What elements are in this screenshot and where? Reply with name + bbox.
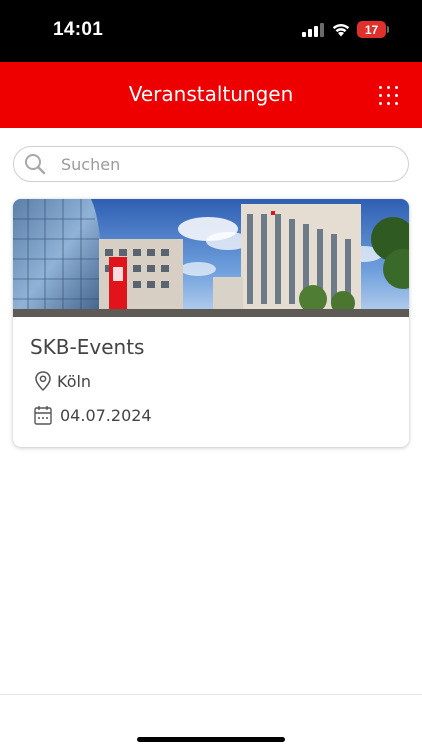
grid-menu-icon[interactable] — [379, 86, 399, 106]
event-image — [13, 199, 409, 317]
event-date: 04.07.2024 — [60, 405, 152, 425]
location-pin-icon — [35, 371, 51, 392]
event-location-row: Köln — [33, 370, 91, 392]
status-bar: 14:01 17 — [0, 0, 422, 62]
bottom-divider — [0, 694, 422, 695]
home-indicator[interactable] — [137, 737, 285, 742]
page-title: Veranstaltungen — [128, 82, 294, 106]
status-time: 14:01 — [53, 19, 104, 40]
event-card[interactable]: SKB-Events Köln 04.07.2024 — [13, 199, 409, 447]
search-input[interactable] — [61, 152, 391, 176]
battery-level: 17 — [364, 22, 379, 37]
app-header: Veranstaltungen — [0, 62, 422, 128]
wifi-icon — [332, 23, 350, 37]
calendar-icon — [34, 406, 52, 425]
battery-icon: 17 — [357, 21, 386, 38]
event-title: SKB-Events — [30, 335, 145, 359]
battery-tip — [387, 26, 389, 33]
search-icon — [25, 154, 46, 175]
event-location: Köln — [57, 371, 92, 391]
search-bar[interactable] — [13, 146, 409, 182]
cellular-signal-icon — [302, 23, 324, 37]
event-date-row: 04.07.2024 — [33, 404, 152, 426]
